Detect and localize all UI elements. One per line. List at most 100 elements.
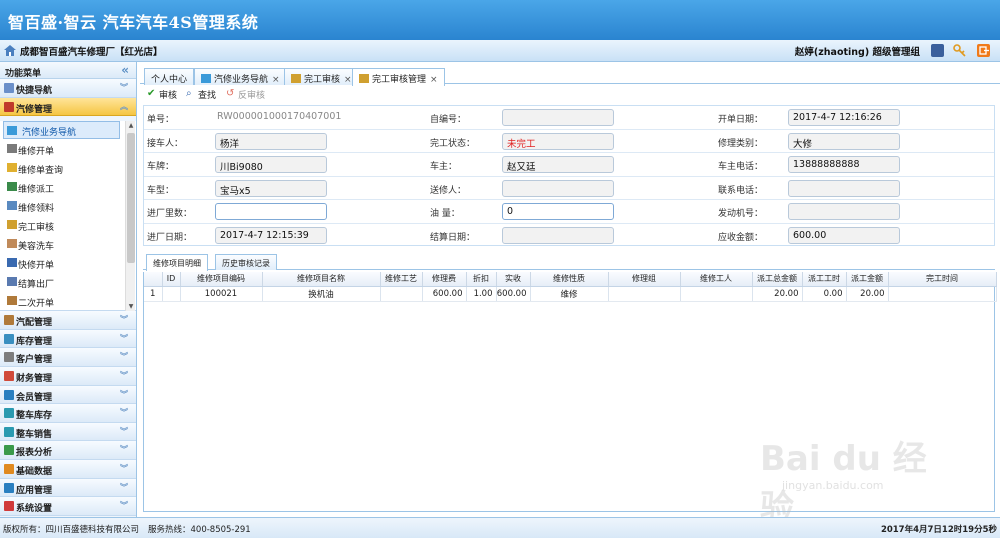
chevron-down-icon: ︾ (120, 333, 128, 343)
nav-group-member[interactable]: 会员管理 ︾ (0, 385, 136, 405)
nav-group-report[interactable]: 报表分析 ︾ (0, 441, 136, 460)
sub-item-audit[interactable]: 完工审核 (0, 215, 136, 234)
owner-field[interactable]: 赵又廷 (502, 156, 614, 173)
tab-label: 完工审核 (304, 75, 341, 85)
contact-field[interactable] (788, 179, 900, 197)
mileage-input[interactable] (215, 203, 327, 220)
sub-item-quick-order[interactable]: 快修开单 (0, 253, 136, 272)
sub-item-reopen[interactable]: 二次开单 (0, 291, 136, 310)
sub-item-order-query[interactable]: 维修单查询 (0, 158, 136, 177)
open-date-field[interactable]: 2017-4-7 12:16:26 (788, 109, 900, 126)
home-icon[interactable] (4, 45, 16, 56)
logout-icon[interactable] (977, 44, 990, 57)
sub-item-repair-nav[interactable]: 汽修业务导航 (3, 121, 120, 140)
audit-button[interactable]: ✔ 审核 (147, 88, 177, 101)
scroll-down-icon[interactable]: ▼ (127, 303, 135, 310)
nav-group-quick[interactable]: 快捷导航 ︾ (0, 79, 136, 98)
nav-group-data[interactable]: 基础数据 ︾ (0, 459, 136, 479)
close-icon[interactable]: × (344, 75, 352, 85)
chevron-down-icon: ︾ (120, 463, 128, 473)
receiver-field[interactable]: 杨洋 (215, 132, 327, 150)
status-field[interactable]: 未完工 (502, 132, 614, 150)
table-cell: 600.00 (422, 286, 467, 302)
column-header[interactable]: 派工金额 (846, 272, 889, 287)
model-field[interactable]: 宝马x5 (215, 179, 327, 197)
mileage-label: 进厂里数： (147, 209, 193, 219)
engine-label: 发动机号： (718, 209, 764, 219)
close-icon[interactable]: × (272, 75, 280, 85)
self-no-field[interactable] (502, 109, 614, 126)
column-header[interactable]: 维修性质 (530, 272, 609, 287)
reopen-icon (7, 296, 17, 306)
nav-group-customer[interactable]: 客户管理 ︾ (0, 348, 136, 367)
repair-type-field[interactable]: 大修 (788, 132, 900, 150)
column-header[interactable]: 实收 (496, 272, 531, 287)
monitor-icon[interactable] (931, 44, 944, 57)
engine-field[interactable] (788, 203, 900, 220)
tab-repair-nav[interactable]: 汽修业务导航 × (194, 68, 287, 85)
table-cell (680, 286, 753, 302)
order-no-value: RW000001000170407001 (217, 111, 342, 122)
nav-group-finance[interactable]: 财务管理 ︾ (0, 366, 136, 386)
column-header[interactable]: 维修项目名称 (262, 272, 381, 287)
plate-field[interactable]: 川Bi9080 (215, 156, 327, 173)
nav-group-repair[interactable]: 汽修管理 ︽ (0, 97, 136, 117)
nav-group-app[interactable]: 应用管理 ︾ (0, 478, 136, 498)
column-header[interactable]: 派工总金额 (752, 272, 803, 287)
settle-date-field[interactable] (502, 226, 614, 244)
order-no-label: 单号： (147, 115, 175, 125)
scroll-up-icon[interactable]: ▲ (127, 122, 135, 129)
nav-group-parts[interactable]: 汽配管理 ︾ (0, 311, 136, 330)
column-header[interactable]: ID (162, 272, 181, 287)
finance-icon (4, 370, 14, 381)
sub-item-material[interactable]: 维修领料 (0, 196, 136, 215)
column-header[interactable]: 维修工艺 (380, 272, 423, 287)
vehicle-sales-icon (4, 426, 14, 437)
column-header[interactable]: 完工时间 (888, 272, 997, 287)
detail-tab-bar: 维修项目明细 历史审核记录 (143, 253, 995, 271)
column-header[interactable] (144, 272, 163, 287)
wrench-icon (4, 101, 14, 112)
column-header[interactable]: 派工工时 (802, 272, 847, 287)
nav-group-settings[interactable]: 系统设置 ︾ (0, 497, 136, 516)
fuel-input[interactable]: 0 (502, 203, 614, 220)
column-header[interactable]: 维修工人 (680, 272, 753, 287)
column-header[interactable]: 修理费 (422, 272, 467, 287)
nav-group-vehicle-sales[interactable]: 整车销售 ︾ (0, 422, 136, 442)
submenu-scrollbar[interactable]: ▲ ▼ (125, 121, 135, 312)
owner-label: 车主： (430, 162, 458, 172)
owner-phone-field[interactable]: 13888888888 (788, 156, 900, 173)
nav-group-vehicle-stock[interactable]: 整车库存 ︾ (0, 404, 136, 423)
nav-group-stock[interactable]: 库存管理 ︾ (0, 329, 136, 349)
status-label: 完工状态： (430, 138, 476, 149)
owner-phone-label: 车主电话： (718, 162, 764, 172)
scroll-thumb[interactable] (127, 133, 135, 264)
unaudit-button[interactable]: ↺ 反审核 (226, 88, 265, 101)
find-button[interactable]: ⌕ 查找 (186, 88, 216, 101)
collapse-menu-icon[interactable]: « (121, 63, 129, 77)
tab-personal-center[interactable]: 个人中心 (144, 68, 195, 85)
in-date-field[interactable]: 2017-4-7 12:15:39 (215, 226, 327, 244)
column-header[interactable]: 维修项目编码 (180, 272, 263, 287)
sub-item-settle[interactable]: 结算出厂 (0, 272, 136, 291)
chevron-down-icon: ︾ (120, 389, 128, 399)
close-icon[interactable]: × (430, 75, 438, 85)
sub-item-label: 维修派工 (18, 185, 55, 196)
key-icon[interactable] (953, 44, 966, 57)
table-row[interactable]: 1 100021 换机油 600.00 1.00 600.00 维修 20.00 0.00 20.… (144, 286, 997, 302)
data-icon (4, 463, 14, 474)
sender-field[interactable] (502, 179, 614, 197)
receivable-field[interactable]: 600.00 (788, 226, 900, 244)
tab-audit-history[interactable]: 历史审核记录 (215, 254, 277, 270)
tab-repair-items[interactable]: 维修项目明细 (146, 254, 208, 271)
sub-item-wash[interactable]: 美容洗车 (0, 234, 136, 253)
repair-items-grid: ID 维修项目编码 维修项目名称 维修工艺 修理费 折扣 实收 维修性质 修理组 维修工人 派工总金… (143, 272, 997, 528)
tab-finish-audit-manage[interactable]: 完工审核管理 × (352, 68, 445, 86)
sub-item-dispatch[interactable]: 维修派工 (0, 177, 136, 196)
tab-finish-audit[interactable]: 完工审核 × (284, 68, 359, 85)
column-header[interactable]: 修理组 (608, 272, 681, 287)
dispatch-icon (7, 182, 17, 192)
chevron-up-icon: ︽ (120, 101, 128, 111)
sub-item-open-order[interactable]: 维修开单 (0, 139, 136, 158)
column-header[interactable]: 折扣 (466, 272, 497, 287)
